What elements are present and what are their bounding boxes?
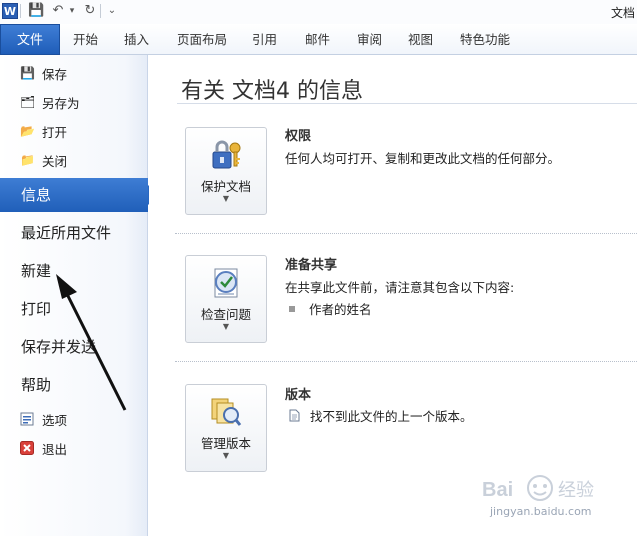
nav-open-label: 打开 [42,124,68,140]
chevron-down-icon: ▼ [222,194,230,203]
info-panel: 有关 文档4 的信息 保护文档 ▼ 权限 任何人均可打开、复制和更改此文档的任何… [149,55,637,536]
chevron-down-icon: ▼ [222,322,230,331]
nav-recent[interactable]: 最近所用文件 [0,216,148,250]
open-folder-icon: 📂 [20,124,35,138]
nav-print[interactable]: 打印 [0,292,148,326]
tab-page-layout[interactable]: 页面布局 [177,24,227,55]
backstage-nav: 💾 保存 🗂 另存为 📂 打开 📁 关闭 信息 最近所用文件 新建 打印 保存并… [0,55,158,536]
permissions-heading: 权限 [285,129,312,144]
ribbon-tab-bar: 文件 开始 插入 页面布局 引用 邮件 审阅 视图 特色功能 [0,24,637,55]
customize-quick-access-icon[interactable]: ⌄ [104,3,120,19]
nav-options-label: 选项 [42,412,68,428]
tab-file[interactable]: 文件 [0,24,60,55]
title-divider [177,103,637,104]
tab-review[interactable]: 审阅 [357,24,382,55]
save-as-icon: 🗂 [20,95,36,109]
protect-document-label: 保护文档 [200,179,251,194]
options-icon [20,412,34,426]
lock-keys-icon [209,138,243,172]
word-backstage-window: W 💾 ↶ ▾ ↻ ⌄ 文档 文件 开始 插入 页面布局 引用 邮件 审阅 视图… [0,0,637,536]
nav-help[interactable]: 帮助 [0,368,148,402]
nav-new[interactable]: 新建 [0,254,148,288]
word-icon[interactable]: W [2,3,18,19]
permissions-description: 任何人均可打开、复制和更改此文档的任何部分。 [285,151,561,166]
nav-exit-label: 退出 [42,441,68,457]
watermark-url: jingyan.baidu.com [490,505,592,518]
tab-view[interactable]: 视图 [408,24,433,55]
redo-icon[interactable]: ↻ [82,3,98,19]
section-divider [175,233,637,234]
protect-document-button[interactable]: 保护文档 ▼ [185,127,267,215]
nav-options[interactable]: 选项 [20,409,67,429]
section-divider [175,361,637,362]
nav-save[interactable]: 💾 保存 [20,63,67,83]
tab-mailings[interactable]: 邮件 [305,24,330,55]
page-title: 有关 文档4 的信息 [181,79,363,104]
author-name-item: 作者的姓名 [289,299,372,318]
manage-versions-label: 管理版本 [200,436,251,451]
nav-close-label: 关闭 [42,153,68,169]
tab-special-features[interactable]: 特色功能 [460,24,510,55]
document-icon [289,409,300,422]
nav-close[interactable]: 📁 关闭 [20,150,67,170]
nav-open[interactable]: 📂 打开 [20,121,67,141]
versions-heading: 版本 [285,388,312,403]
quick-access-separator [20,4,21,18]
checklist-icon [209,266,243,300]
manage-versions-button[interactable]: 管理版本 ▼ [185,384,267,472]
nav-save-as[interactable]: 🗂 另存为 [20,92,80,112]
svg-text:经验: 经验 [558,480,594,501]
window-title: 文档 [610,6,635,20]
svg-text:Bai: Bai [482,479,513,501]
author-name-label: 作者的姓名 [309,302,372,317]
exit-icon [20,441,34,455]
document-versions-icon [209,395,243,429]
nav-info[interactable]: 信息 [0,178,158,212]
chevron-down-icon: ▼ [222,451,230,460]
nav-save-label: 保存 [42,66,68,82]
quick-access-separator [100,4,101,18]
tab-home[interactable]: 开始 [73,24,98,55]
undo-dropdown-icon[interactable]: ▾ [64,3,80,19]
check-for-issues-label: 检查问题 [200,307,251,322]
title-bar: W 💾 ↶ ▾ ↻ ⌄ 文档 [0,0,637,24]
nav-exit[interactable]: 退出 [20,438,67,458]
tab-references[interactable]: 引用 [252,24,277,55]
no-previous-version-label: 找不到此文件的上一个版本。 [310,409,473,424]
nav-save-as-label: 另存为 [42,95,80,111]
bullet-square [289,305,295,312]
check-for-issues-button[interactable]: 检查问题 ▼ [185,255,267,343]
prepare-sharing-heading: 准备共享 [285,258,338,273]
close-folder-icon: 📁 [20,153,35,167]
tab-insert[interactable]: 插入 [124,24,149,55]
save-icon[interactable]: 💾 [28,3,44,19]
save-icon: 💾 [20,66,35,80]
nav-save-send[interactable]: 保存并发送 [0,330,148,364]
prepare-sharing-description: 在共享此文件前，请注意其包含以下内容: [285,280,515,295]
no-previous-version-item: 找不到此文件的上一个版本。 [289,406,473,425]
